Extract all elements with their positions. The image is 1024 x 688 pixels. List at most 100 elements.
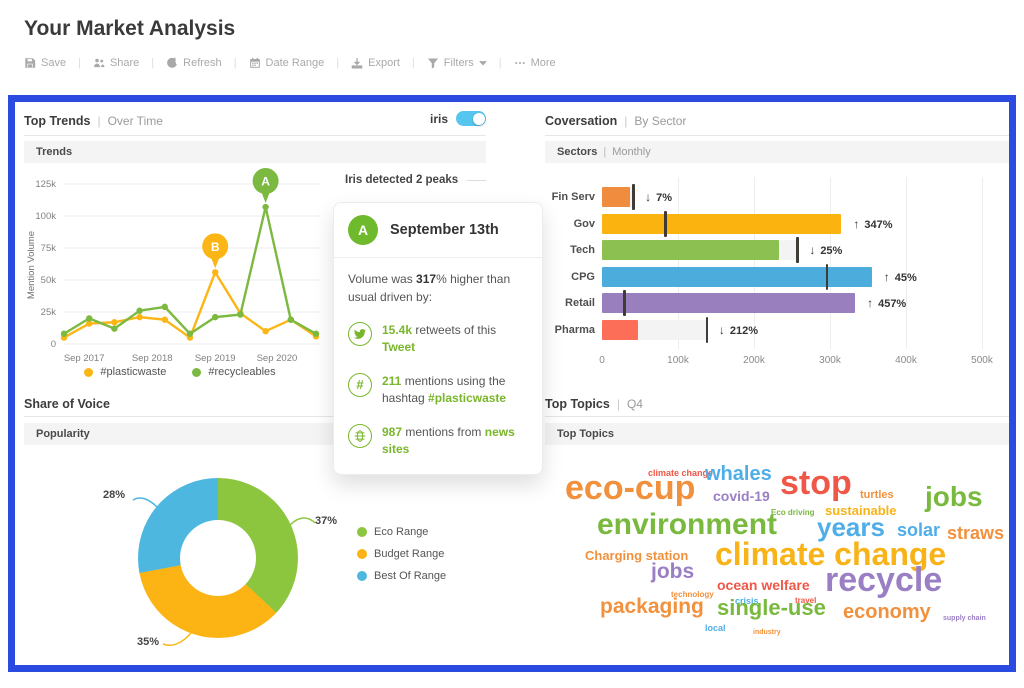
y-axis-label: Mention Volume bbox=[26, 231, 37, 299]
toolbar-date-range-button[interactable]: Date Range bbox=[249, 57, 325, 69]
toolbar-export-label: Export bbox=[368, 57, 400, 69]
title-separator: | bbox=[617, 397, 620, 411]
toolbar-share-button[interactable]: Share bbox=[93, 57, 139, 69]
x-tick-label: 500k bbox=[962, 355, 1002, 366]
legend-label: #recycleables bbox=[208, 366, 275, 378]
globe-icon bbox=[348, 424, 372, 448]
tooltip-item-text: 15.4k retweets of this Tweet bbox=[382, 322, 528, 357]
data-point bbox=[162, 316, 168, 322]
conversation-subtitle: By Sector bbox=[634, 114, 686, 128]
bar bbox=[602, 267, 872, 287]
tooltip-items: 15.4k retweets of this Tweet #211 mention… bbox=[348, 322, 528, 458]
change-percent: 25% bbox=[820, 245, 842, 257]
change-label: ↓212% bbox=[719, 320, 758, 341]
tooltip-link[interactable]: #plasticwaste bbox=[428, 391, 506, 405]
toolbar-save-button[interactable]: Save bbox=[24, 57, 66, 69]
x-tick-label: Sep 2018 bbox=[132, 353, 173, 364]
change-percent: 347% bbox=[864, 219, 892, 231]
peak-marker-label: B bbox=[211, 240, 220, 254]
bar-label: Tech bbox=[545, 240, 595, 260]
legend-label: #plasticwaste bbox=[100, 366, 166, 378]
cloud-word: turtles bbox=[860, 490, 894, 501]
benchmark-marker bbox=[796, 237, 799, 263]
toolbar-separator: | bbox=[333, 57, 342, 69]
trends-panel-label: Trends bbox=[36, 146, 72, 158]
topics-word-cloud: climate changewhaleseco-cupcovid-19stopt… bbox=[545, 450, 1009, 662]
x-tick-label: 200k bbox=[734, 355, 774, 366]
toolbar-save-label: Save bbox=[41, 57, 66, 69]
bar-label: Retail bbox=[545, 293, 595, 313]
iris-toggle[interactable] bbox=[456, 111, 486, 126]
iris-toggle-label: iris bbox=[430, 112, 448, 126]
legend-dot bbox=[84, 368, 93, 377]
legend-label: Best Of Range bbox=[374, 570, 446, 582]
toolbar-share-label: Share bbox=[110, 57, 139, 69]
dashboard: Top Trends | Over Time iris Trends 025k5… bbox=[15, 102, 1009, 665]
trends-panel-bar: Trends bbox=[24, 141, 486, 163]
tooltip-body: Volume was 317% higher than usual driven… bbox=[334, 258, 542, 474]
panel-separator: | bbox=[603, 146, 606, 158]
legend-item: Eco Range bbox=[357, 526, 446, 538]
data-point bbox=[136, 308, 142, 314]
peaks-note-text: Iris detected 2 peaks bbox=[345, 174, 458, 186]
cloud-word: single-use bbox=[717, 597, 826, 619]
callout-connector bbox=[290, 518, 315, 525]
hashtag-icon: # bbox=[348, 373, 372, 397]
cloud-word: packaging bbox=[600, 596, 704, 617]
legend-item: Best Of Range bbox=[357, 570, 446, 582]
share-icon bbox=[93, 57, 105, 69]
cloud-word: economy bbox=[843, 602, 931, 622]
data-point bbox=[187, 331, 193, 337]
top-topics-subtitle: Q4 bbox=[627, 397, 643, 411]
top-trends-subtitle: Over Time bbox=[108, 114, 163, 128]
x-tick-label: Sep 2020 bbox=[257, 353, 298, 364]
legend-label: Budget Range bbox=[374, 548, 444, 560]
y-tick-label: 50k bbox=[41, 275, 57, 286]
cloud-word: jobs bbox=[925, 483, 983, 511]
top-trends-title: Top Trends bbox=[24, 114, 90, 128]
toolbar-separator: | bbox=[75, 57, 84, 69]
save-icon bbox=[24, 57, 36, 69]
cloud-word: covid-19 bbox=[713, 489, 770, 503]
toolbar-filters-button[interactable]: Filters bbox=[427, 57, 487, 69]
toolbar-more-label: More bbox=[531, 57, 556, 69]
series-line bbox=[64, 207, 316, 334]
y-tick-label: 75k bbox=[41, 243, 57, 254]
cloud-word: stop bbox=[780, 466, 852, 500]
legend-item: #recycleables bbox=[192, 366, 275, 378]
toolbar-filters-label: Filters bbox=[444, 57, 474, 69]
toolbar-refresh-button[interactable]: Refresh bbox=[166, 57, 222, 69]
arrow-down-icon: ↓ bbox=[719, 323, 725, 337]
toolbar-export-button[interactable]: Export bbox=[351, 57, 400, 69]
tooltip-text: 987 bbox=[382, 425, 402, 439]
bar bbox=[602, 320, 638, 340]
bar bbox=[602, 214, 841, 234]
donut-callout-connectors bbox=[75, 472, 355, 672]
cloud-word: Eco driving bbox=[771, 509, 815, 517]
cloud-word: local bbox=[705, 624, 726, 633]
x-tick-label: 300k bbox=[810, 355, 850, 366]
cloud-word: ocean welfare bbox=[717, 578, 810, 592]
arrow-up-icon: ↑ bbox=[884, 270, 890, 284]
more-icon bbox=[514, 57, 526, 69]
iris-toggle-group: iris bbox=[430, 111, 486, 126]
tooltip-link[interactable]: Tweet bbox=[382, 340, 415, 354]
refresh-icon bbox=[166, 57, 178, 69]
legend-item: Budget Range bbox=[357, 548, 446, 560]
sectors-panel-label: Sectors bbox=[557, 146, 597, 158]
arrow-down-icon: ↓ bbox=[809, 243, 815, 257]
legend-dot bbox=[357, 571, 367, 581]
donut-callout: 28% bbox=[103, 489, 125, 501]
tooltip-item-text: 211 mentions using the hashtag #plasticw… bbox=[382, 373, 528, 408]
sectors-panel-sub: Monthly bbox=[612, 146, 651, 158]
toolbar-more-button[interactable]: More bbox=[514, 57, 556, 69]
toolbar-refresh-label: Refresh bbox=[183, 57, 222, 69]
change-percent: 7% bbox=[656, 192, 672, 204]
change-label: ↑45% bbox=[884, 267, 917, 288]
bar-label: Fin Serv bbox=[545, 187, 595, 207]
peaks-note: Iris detected 2 peaks bbox=[345, 174, 486, 186]
calendar-icon bbox=[249, 57, 261, 69]
conversation-header: Coversation | By Sector bbox=[545, 111, 1009, 131]
sectors-bar-chart: 0100k200k300k400k500kFin Serv↓7%Gov↑347%… bbox=[545, 165, 1009, 380]
data-point bbox=[212, 314, 218, 320]
